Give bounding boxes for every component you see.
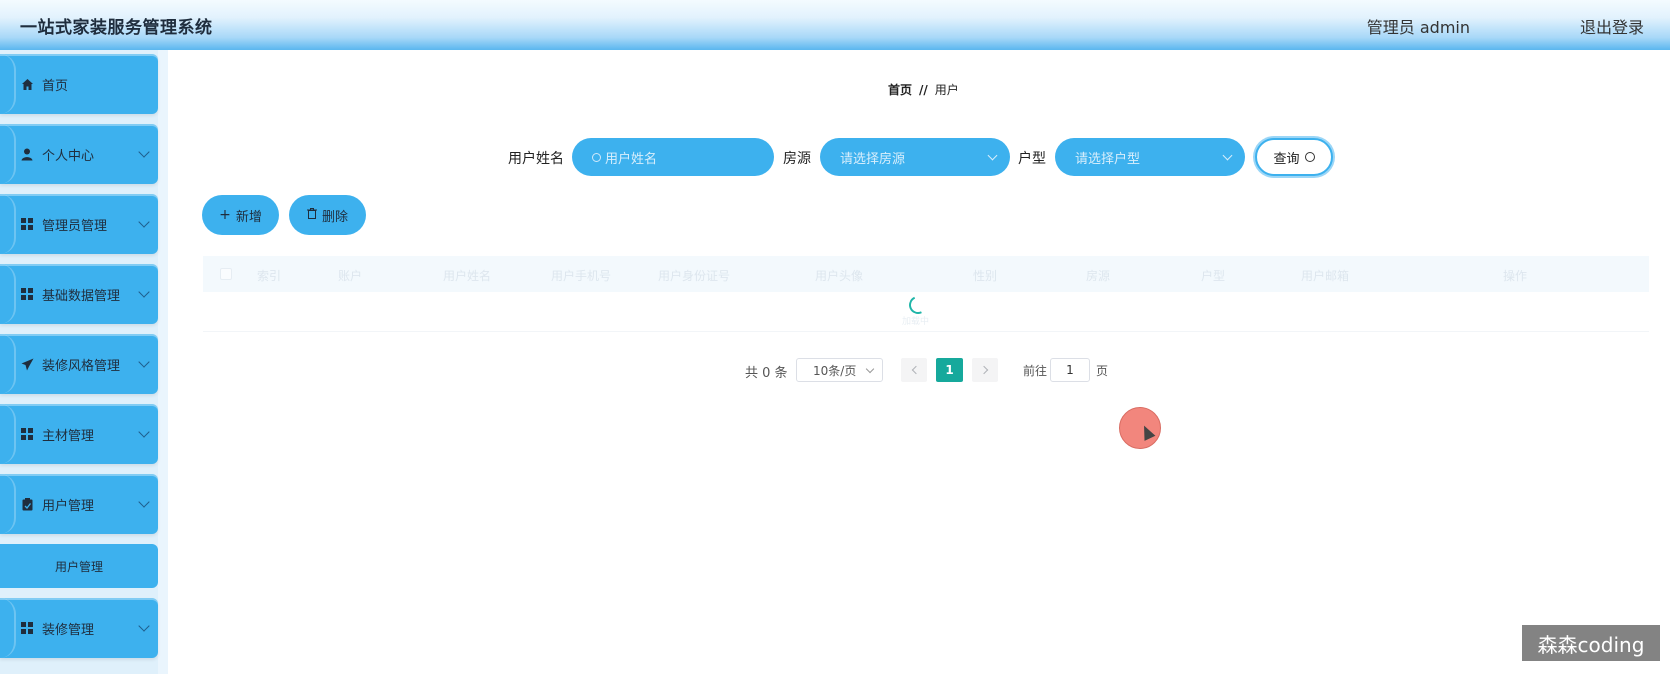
breadcrumb-current: 用户 xyxy=(934,83,959,97)
sidebar-divider xyxy=(158,50,168,674)
column-header: 操作 xyxy=(1503,269,1528,283)
sidebar-item-label: 装修风格管理 xyxy=(42,358,121,374)
table-header: 索引 账户 用户姓名 用户手机号 用户身份证号 用户头像 性别 房源 户型 用户… xyxy=(203,256,1649,292)
page-size-select[interactable]: 10条/页 xyxy=(796,358,883,382)
page-number-1[interactable]: 1 xyxy=(936,358,963,382)
username-label: 用户姓名 xyxy=(508,151,564,167)
sidebar: 首页 个人中心 管理员管理 基础数据管理 装修风格管理 主材管理 用户管理 用户… xyxy=(0,50,168,674)
sidebar-item-renovation-manage[interactable]: 装修管理 xyxy=(0,598,158,658)
chevron-down-icon xyxy=(987,150,998,161)
search-icon xyxy=(1304,152,1315,162)
goto-page-input[interactable] xyxy=(1050,358,1090,382)
sidebar-item-label: 管理员管理 xyxy=(42,218,108,234)
sidebar-item-personal-center[interactable]: 个人中心 xyxy=(0,124,158,184)
house-placeholder: 请选择房源 xyxy=(840,151,906,167)
search-icon xyxy=(592,152,601,162)
current-user-label: 管理员 admin xyxy=(1366,18,1470,37)
page-unit-label: 页 xyxy=(1096,364,1109,378)
chevron-down-icon xyxy=(138,496,150,508)
house-label: 房源 xyxy=(783,151,811,167)
chevron-down-icon xyxy=(138,286,150,298)
send-icon xyxy=(20,357,34,371)
column-header: 用户邮箱 xyxy=(1301,269,1350,283)
grid-icon xyxy=(20,287,34,301)
chevron-down-icon xyxy=(138,620,150,632)
grid-icon xyxy=(20,217,34,231)
chevron-down-icon xyxy=(1222,150,1233,161)
column-header: 户型 xyxy=(1201,269,1226,283)
chevron-right-icon xyxy=(979,365,988,375)
layout-label: 户型 xyxy=(1018,151,1046,167)
sidebar-item-label: 个人中心 xyxy=(42,148,95,164)
chevron-down-icon xyxy=(138,426,150,438)
logout-link[interactable]: 退出登录 xyxy=(1580,14,1644,38)
column-header: 账户 xyxy=(338,269,363,283)
loading-text: 加载中 xyxy=(902,317,930,327)
home-icon xyxy=(20,77,34,91)
add-button-label: 新增 xyxy=(235,209,262,225)
sidebar-item-home[interactable]: 首页 xyxy=(0,54,158,114)
grid-icon xyxy=(20,621,34,635)
grid-icon xyxy=(20,427,34,441)
watermark: 森森coding xyxy=(1522,625,1660,661)
breadcrumb-separator: // xyxy=(919,83,928,97)
layout-placeholder: 请选择户型 xyxy=(1075,151,1141,167)
column-header: 用户手机号 xyxy=(551,269,612,283)
column-header: 用户身份证号 xyxy=(658,269,731,283)
submenu-item-user-manage[interactable]: 用户管理 xyxy=(0,544,158,588)
column-header: 索引 xyxy=(257,269,282,283)
sidebar-item-base-data[interactable]: 基础数据管理 xyxy=(0,264,158,324)
top-header: 一站式家装服务管理系统 管理员 admin 退出登录 xyxy=(0,0,1670,50)
sidebar-item-label: 装修管理 xyxy=(42,622,95,638)
prev-page-button[interactable] xyxy=(901,358,927,382)
submenu-item-label: 用户管理 xyxy=(54,559,103,574)
trash-icon xyxy=(306,207,317,223)
delete-button[interactable]: 删除 xyxy=(289,195,366,235)
breadcrumb: 首页 // 用户 xyxy=(888,81,959,98)
breadcrumb-home[interactable]: 首页 xyxy=(888,83,912,97)
sidebar-item-material-manage[interactable]: 主材管理 xyxy=(0,404,158,464)
chevron-down-icon xyxy=(138,146,150,158)
house-select[interactable]: 请选择房源 xyxy=(820,138,1010,176)
add-button[interactable]: + 新增 xyxy=(202,195,279,235)
page-size-value: 10条/页 xyxy=(813,363,857,378)
username-placeholder: 用户姓名 xyxy=(605,151,658,167)
query-button[interactable]: 查询 xyxy=(1255,138,1333,176)
app-title: 一站式家装服务管理系统 xyxy=(20,18,213,38)
user-icon xyxy=(20,147,34,161)
sidebar-item-label: 基础数据管理 xyxy=(42,288,121,304)
next-page-button[interactable] xyxy=(972,358,998,382)
chevron-down-icon xyxy=(138,216,150,228)
select-all-checkbox[interactable] xyxy=(220,268,232,280)
plus-icon: + xyxy=(219,207,231,223)
delete-button-label: 删除 xyxy=(321,209,348,225)
sidebar-item-style-manage[interactable]: 装修风格管理 xyxy=(0,334,158,394)
column-header: 性别 xyxy=(973,269,998,283)
column-header: 用户头像 xyxy=(815,269,864,283)
sidebar-item-label: 主材管理 xyxy=(42,428,95,444)
username-search-input[interactable]: 用户姓名 xyxy=(572,138,774,176)
chevron-left-icon xyxy=(911,365,920,375)
clipboard-icon xyxy=(20,497,34,511)
sidebar-item-user-manage[interactable]: 用户管理 xyxy=(0,474,158,534)
layout-select[interactable]: 请选择户型 xyxy=(1055,138,1245,176)
column-header: 用户姓名 xyxy=(443,269,492,283)
chevron-down-icon xyxy=(138,356,150,368)
query-button-label: 查询 xyxy=(1273,151,1300,167)
chevron-down-icon xyxy=(865,364,875,374)
sidebar-item-label: 首页 xyxy=(42,78,69,94)
column-header: 房源 xyxy=(1086,269,1111,283)
sidebar-item-label: 用户管理 xyxy=(42,498,95,514)
sidebar-item-admin-manage[interactable]: 管理员管理 xyxy=(0,194,158,254)
goto-label: 前往 xyxy=(1023,364,1048,378)
pagination-total: 共 0 条 xyxy=(745,366,788,381)
